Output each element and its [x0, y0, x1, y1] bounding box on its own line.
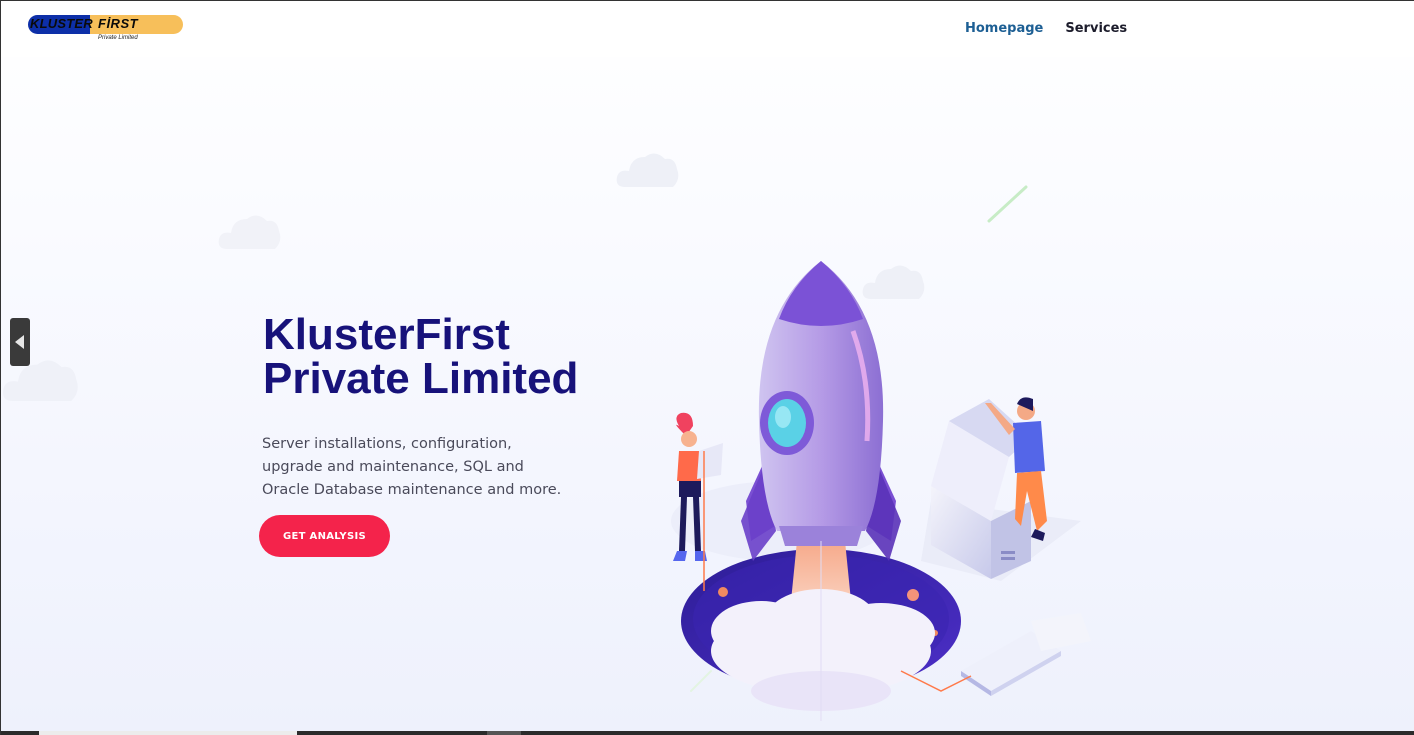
hero-title: KlusterFirst Private Limited: [263, 313, 643, 401]
cloud-decoration: [218, 215, 281, 249]
shooting-star: [690, 670, 712, 692]
orb: [907, 589, 919, 601]
site-header: KLUSTER FİRST Private Limited Homepage S…: [1, 1, 1414, 57]
logo[interactable]: KLUSTER FİRST Private Limited: [28, 15, 184, 45]
scrollbar-segment: [39, 731, 297, 735]
rocket-launch-illustration: [671, 185, 1091, 721]
scrollbar-thumb[interactable]: [487, 731, 521, 735]
bottom-scrollbar[interactable]: [1, 731, 1414, 735]
hero-title-line2: Private Limited: [263, 354, 579, 403]
get-analysis-button[interactable]: GET ANALYSIS: [259, 515, 390, 557]
hero-description: Server installations, configuration, upg…: [262, 436, 562, 498]
logo-word-left: KLUSTER: [30, 16, 93, 31]
slider-prev-handle[interactable]: [10, 318, 30, 366]
shooting-star: [987, 185, 1028, 223]
hero-title-line1: KlusterFirst: [263, 310, 510, 359]
orb: [718, 587, 728, 597]
nav-services[interactable]: Services: [1065, 21, 1127, 36]
page-frame: KLUSTER FİRST Private Limited Homepage S…: [0, 0, 1414, 735]
chevron-left-icon: [15, 335, 24, 349]
main-nav: Homepage Services: [965, 21, 1127, 36]
smoke-cloud: [711, 589, 935, 711]
nav-homepage[interactable]: Homepage: [965, 21, 1043, 36]
logo-word-right: FİRST: [98, 16, 139, 31]
logo-tagline: Private Limited: [98, 35, 138, 41]
